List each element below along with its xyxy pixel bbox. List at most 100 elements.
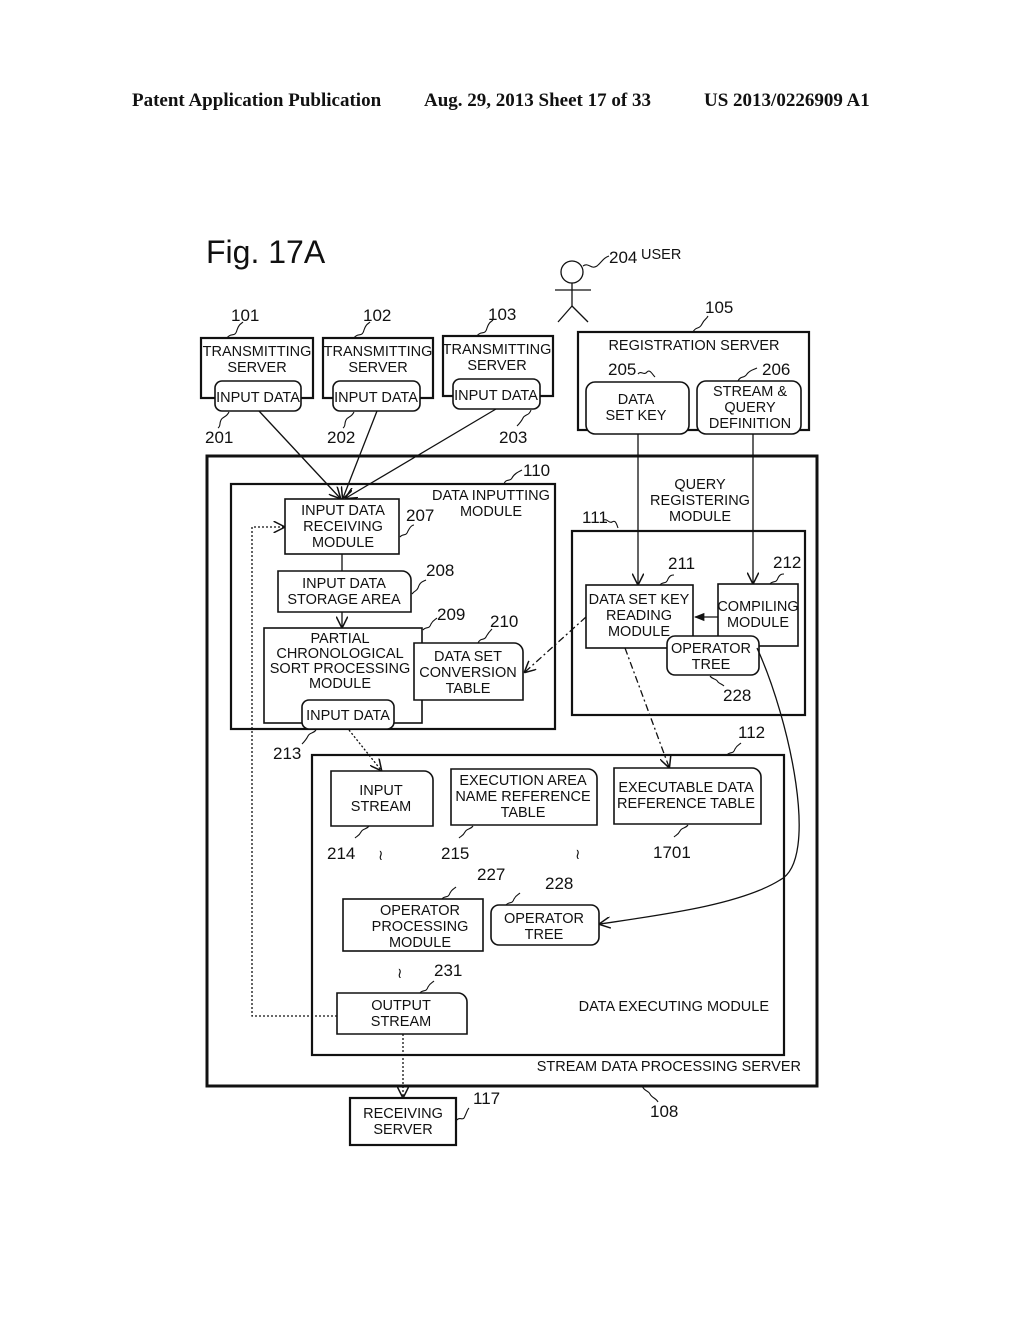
conversion-line1: DATA SET xyxy=(434,649,502,665)
output-stream-line2: STREAM xyxy=(371,1014,431,1030)
stream-query-line1: STREAM & xyxy=(713,384,787,400)
stream-query-ref: 206 xyxy=(762,360,790,379)
qtree-line2: TREE xyxy=(692,657,731,673)
input-data-receiving-module: INPUT DATA RECEIVING MODULE xyxy=(284,498,400,555)
registration-server-ref: 105 xyxy=(705,298,733,317)
operator-tree-in-executing-module: OPERATOR TREE xyxy=(490,904,600,946)
sort-line2: CHRONOLOGICAL xyxy=(276,646,403,662)
data-set-key-line2: SET KEY xyxy=(606,408,667,424)
exec-area-ref: 215 xyxy=(441,844,469,863)
ts1-input-data: INPUT DATA xyxy=(216,390,300,406)
input-data-213-label: INPUT DATA xyxy=(306,708,390,724)
ts1-line2: SERVER xyxy=(227,360,286,376)
ts2-line2: SERVER xyxy=(348,360,407,376)
query-registering-line3: MODULE xyxy=(669,509,731,525)
user-label: USER xyxy=(641,247,681,263)
input-data-213-ref: 213 xyxy=(273,744,301,763)
registration-server-label: REGISTRATION SERVER xyxy=(608,338,779,354)
input-data-storage-area: INPUT DATA STORAGE AREA xyxy=(277,570,412,613)
block-diagram: Fig. 17A 204 USER TRANSMITTING SERVER IN… xyxy=(199,234,819,1147)
figure-title: Fig. 17A xyxy=(206,234,326,270)
executable-data-reference-table: EXECUTABLE DATA REFERENCE TABLE xyxy=(613,767,762,825)
query-registering-line2: REGISTERING xyxy=(650,493,750,509)
opproc-line1: OPERATOR xyxy=(380,903,460,919)
ts3-input-data: INPUT DATA xyxy=(454,388,538,404)
sort-line4: MODULE xyxy=(309,676,371,692)
output-stream-line1: OUTPUT xyxy=(371,998,431,1014)
registration-server: REGISTRATION SERVER DATA SET KEY STREAM … xyxy=(576,330,811,435)
receiving-line1: INPUT DATA xyxy=(301,503,385,519)
data-executing-label: DATA EXECUTING MODULE xyxy=(579,999,770,1015)
etree-line1: OPERATOR xyxy=(504,911,584,927)
operator-processing-module: OPERATOR PROCESSING MODULE xyxy=(342,898,484,952)
transmitting-server-103: TRANSMITTING SERVER INPUT DATA xyxy=(441,334,555,410)
exec-data-line1: EXECUTABLE DATA xyxy=(618,780,754,796)
transmitting-server-101: TRANSMITTING SERVER INPUT DATA xyxy=(199,336,315,412)
reader-line1: DATA SET KEY xyxy=(589,592,690,608)
user-leader xyxy=(582,255,610,268)
stream-query-line2: QUERY xyxy=(724,400,776,416)
data-set-key-ref: 205 xyxy=(608,360,636,379)
input-stream: INPUT STREAM xyxy=(330,770,434,827)
input-stream-line1: INPUT xyxy=(359,783,403,799)
exec-area-line3: TABLE xyxy=(501,805,546,821)
receiving-server-line1: RECEIVING xyxy=(363,1106,443,1122)
execution-area-name-reference-table: EXECUTION AREA NAME REFERENCE TABLE xyxy=(450,768,598,826)
compiler-line1: COMPILING xyxy=(717,599,798,615)
ts3-line1: TRANSMITTING xyxy=(443,342,552,358)
exec-area-line2: NAME REFERENCE xyxy=(455,789,591,805)
ts3-line2: SERVER xyxy=(467,358,526,374)
input-data-213: INPUT DATA xyxy=(301,699,395,730)
input-stream-line2: STREAM xyxy=(351,799,411,815)
conversion-ref: 210 xyxy=(490,612,518,631)
conversion-line2: CONVERSION xyxy=(419,665,517,681)
ellipsis-2: ≀ xyxy=(575,847,580,863)
ts2-input-data: INPUT DATA xyxy=(334,390,418,406)
compiler-ref: 212 xyxy=(773,553,801,572)
reader-ref: 211 xyxy=(668,554,695,573)
operator-tree-in-query-module: OPERATOR TREE xyxy=(666,635,760,676)
ellipsis-3: ≀ xyxy=(397,966,402,982)
receiving-server-ref: 117 xyxy=(473,1089,500,1108)
conversion-line3: TABLE xyxy=(446,681,491,697)
stream-server-ref: 108 xyxy=(650,1102,678,1121)
qtree-ref: 228 xyxy=(723,686,751,705)
reader-line3: MODULE xyxy=(608,624,670,640)
ts1-line1: TRANSMITTING xyxy=(203,344,312,360)
transmitting-server-102: TRANSMITTING SERVER INPUT DATA xyxy=(321,336,435,412)
etree-ref: 228 xyxy=(545,874,573,893)
ts3-ref: 103 xyxy=(488,305,516,324)
qtree-line1: OPERATOR xyxy=(671,641,751,657)
ts1-input-ref: 201 xyxy=(205,428,233,447)
output-stream: OUTPUT STREAM xyxy=(336,992,468,1035)
receiving-server: RECEIVING SERVER xyxy=(348,1096,458,1147)
compiler-line2: MODULE xyxy=(727,615,789,631)
sort-line3: SORT PROCESSING xyxy=(270,661,410,677)
exec-area-line1: EXECUTION AREA xyxy=(459,773,587,789)
storage-ref: 208 xyxy=(426,561,454,580)
user-ref: 204 xyxy=(609,248,637,267)
receiving-ref: 207 xyxy=(406,506,434,525)
opproc-ref: 227 xyxy=(477,865,505,884)
receiving-line2: RECEIVING xyxy=(303,519,383,535)
opproc-line2: PROCESSING xyxy=(372,919,469,935)
stream-server-label: STREAM DATA PROCESSING SERVER xyxy=(537,1059,801,1075)
data-set-key-line1: DATA xyxy=(618,392,655,408)
data-executing-ref: 112 xyxy=(738,723,765,742)
ts2-input-ref: 202 xyxy=(327,428,355,447)
user-icon xyxy=(555,260,591,323)
storage-line1: INPUT DATA xyxy=(302,576,386,592)
reader-line2: READING xyxy=(606,608,672,624)
sort-ref: 209 xyxy=(437,605,465,624)
ts1-ref: 101 xyxy=(231,306,259,325)
output-stream-ref: 231 xyxy=(434,961,462,980)
data-inputting-ref: 110 xyxy=(523,461,550,480)
ts2-line1: TRANSMITTING xyxy=(324,344,433,360)
query-registering-ref: 111 xyxy=(582,508,608,527)
ts2-ref: 102 xyxy=(363,306,391,325)
exec-data-ref: 1701 xyxy=(653,843,691,862)
data-inputting-line1: DATA INPUTTING xyxy=(432,488,550,504)
ts3-input-ref: 203 xyxy=(499,428,527,447)
exec-data-line2: REFERENCE TABLE xyxy=(617,796,755,812)
query-registering-line1: QUERY xyxy=(674,477,726,493)
